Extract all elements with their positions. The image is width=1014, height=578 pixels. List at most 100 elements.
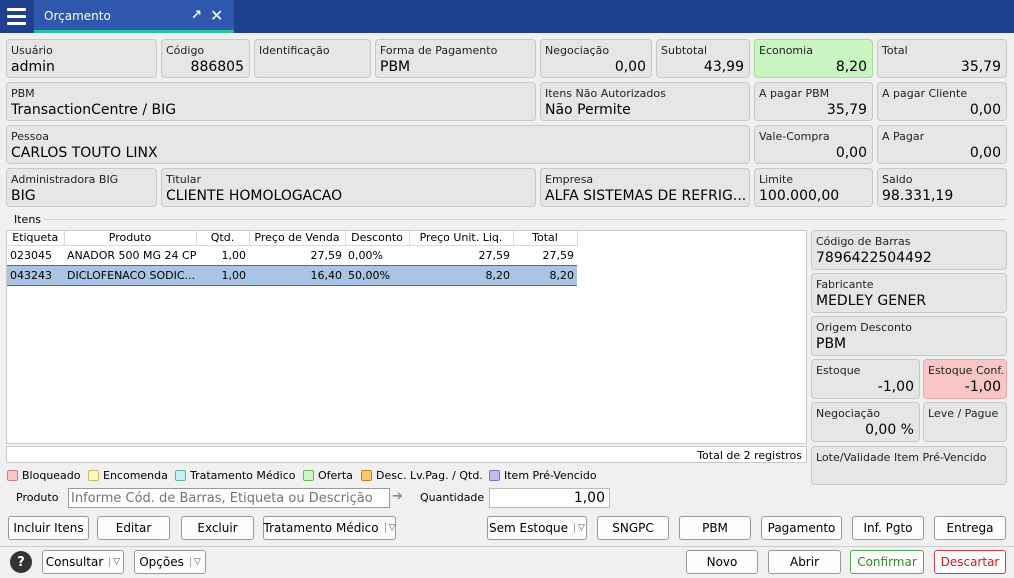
- side-codigo-barras: Código de Barras 7896422504492: [811, 230, 1007, 270]
- pbm-button[interactable]: PBM: [679, 516, 751, 540]
- field-label: Titular: [166, 173, 202, 186]
- items-grid[interactable]: Etiqueta Produto Qtd. Preço de Venda Des…: [6, 230, 807, 444]
- field-label: Estoque Conf.: [928, 364, 1004, 377]
- side-estoque: Estoque -1,00: [811, 359, 920, 399]
- cell-desconto: 0,00%: [348, 248, 383, 262]
- field-label: Forma de Pagamento: [380, 44, 498, 57]
- legend-label: Bloqueado: [22, 469, 81, 482]
- field-label: Total: [882, 44, 908, 57]
- cell-preco-venda: 16,40: [249, 264, 345, 286]
- grid-record-count: Total de 2 registros: [6, 446, 807, 463]
- button-label: Inf. Pgto: [863, 521, 913, 535]
- legend-bloqueado: Bloqueado: [7, 469, 81, 482]
- button-label: Descartar: [940, 555, 1000, 569]
- field-value: 7896422504492: [816, 250, 932, 266]
- chevron-down-icon[interactable]: ▽: [574, 523, 585, 533]
- field-economia: Economia 8,20: [754, 39, 873, 78]
- sem-estoque-button[interactable]: Sem Estoque ▽: [487, 516, 587, 540]
- tratamento-medico-button[interactable]: Tratamento Médico ▽: [263, 516, 396, 540]
- field-label: Identificação: [259, 44, 330, 57]
- field-label: Vale-Compra: [759, 130, 830, 143]
- close-icon[interactable]: ✕: [210, 6, 223, 25]
- sngpc-button[interactable]: SNGPC: [597, 516, 669, 540]
- abrir-button[interactable]: Abrir: [768, 550, 841, 574]
- tab-orcamento[interactable]: Orçamento ↗ ✕: [34, 0, 234, 33]
- field-value: BIG: [11, 188, 36, 204]
- divider: [44, 219, 1006, 220]
- cell-total: 27,59: [542, 248, 575, 262]
- incluir-itens-button[interactable]: Incluir Itens: [8, 516, 89, 540]
- field-label: Subtotal: [661, 44, 708, 57]
- pagamento-button[interactable]: Pagamento: [761, 516, 842, 540]
- inf-pgto-button[interactable]: Inf. Pgto: [852, 516, 924, 540]
- field-administradora: Administradora BIG BIG: [6, 168, 157, 207]
- column-header[interactable]: Produto: [64, 231, 197, 246]
- field-value: 0,00: [835, 145, 867, 161]
- chevron-down-icon[interactable]: ▽: [384, 523, 396, 533]
- hamburger-icon[interactable]: [0, 0, 33, 33]
- arrow-right-icon[interactable]: ➔: [392, 489, 403, 504]
- legend-swatch: [361, 470, 372, 481]
- button-label: Tratamento Médico: [263, 521, 379, 535]
- button-label: Excluir: [197, 521, 238, 535]
- field-value: TransactionCentre / BIG: [11, 102, 177, 118]
- field-label: Empresa: [545, 173, 594, 186]
- table-row[interactable]: 023045 ANADOR 500 MG 24 CP 1,00 27,59 0,…: [7, 245, 577, 265]
- field-subtotal: Subtotal 43,99: [656, 39, 750, 78]
- field-label: Negociação: [545, 44, 610, 57]
- button-label: SNGPC: [612, 521, 654, 535]
- quantidade-input[interactable]: [489, 488, 610, 508]
- chevron-down-icon[interactable]: ▽: [109, 557, 120, 567]
- field-identificacao: Identificação: [254, 39, 371, 78]
- button-label: Confirmar: [857, 555, 917, 569]
- legend-item-pre-vencido: Item Pré-Vencido: [489, 469, 597, 482]
- cell-produto: DICLOFENACO SODIC...: [64, 264, 196, 286]
- cell-preco-unit-liq: 27,59: [478, 248, 511, 262]
- legend-swatch: [489, 470, 500, 481]
- confirmar-button[interactable]: Confirmar: [850, 550, 924, 574]
- legend-swatch: [303, 470, 314, 481]
- field-empresa: Empresa ALFA SISTEMAS DE REFRIG...: [540, 168, 750, 207]
- consultar-button[interactable]: Consultar ▽: [42, 550, 124, 574]
- field-value: PBM: [816, 336, 847, 352]
- field-value: 886805: [190, 59, 244, 75]
- legend-label: Oferta: [318, 469, 353, 482]
- field-value: 0,00: [969, 102, 1001, 118]
- column-header[interactable]: Total: [513, 231, 578, 246]
- field-value: 35,79: [826, 102, 867, 118]
- cell-preco-unit-liq: 8,20: [409, 264, 513, 286]
- produto-input[interactable]: [68, 488, 390, 508]
- field-saldo: Saldo 98.331,19: [877, 168, 1007, 207]
- descartar-button[interactable]: Descartar: [934, 550, 1006, 574]
- entrega-button[interactable]: Entrega: [934, 516, 1006, 540]
- chevron-down-icon[interactable]: ▽: [189, 557, 201, 567]
- opcoes-button[interactable]: Opções ▽: [134, 550, 206, 574]
- column-header[interactable]: Etiqueta: [7, 231, 65, 246]
- editar-button[interactable]: Editar: [97, 516, 170, 540]
- field-label: A Pagar: [882, 130, 925, 143]
- column-header[interactable]: Qtd.: [196, 231, 250, 246]
- field-label: Leve / Pague: [928, 407, 999, 420]
- button-label: Opções: [139, 555, 184, 569]
- help-icon[interactable]: ?: [10, 551, 32, 573]
- cell-qtd: 1,00: [221, 248, 247, 262]
- items-table: Etiqueta Produto Qtd. Preço de Venda Des…: [7, 231, 578, 286]
- field-label: Pessoa: [11, 130, 49, 143]
- field-a-pagar-pbm: A pagar PBM 35,79: [754, 82, 873, 121]
- field-forma-pagamento: Forma de Pagamento PBM: [375, 39, 536, 78]
- field-label: A pagar PBM: [759, 87, 830, 100]
- unpin-arrow-icon[interactable]: ↗: [191, 8, 202, 23]
- field-value: 43,99: [703, 59, 744, 75]
- column-header[interactable]: Preço Unit. Liq.: [409, 231, 514, 246]
- field-label: Fabricante: [816, 278, 874, 291]
- legend-label: Item Pré-Vencido: [504, 469, 597, 482]
- excluir-button[interactable]: Excluir: [181, 516, 254, 540]
- side-origem-desconto: Origem Desconto PBM: [811, 316, 1007, 356]
- field-label: PBM: [11, 87, 35, 100]
- field-value: ALFA SISTEMAS DE REFRIG...: [545, 188, 747, 204]
- column-header[interactable]: Preço de Venda: [249, 231, 346, 246]
- column-header[interactable]: Desconto: [345, 231, 410, 246]
- button-label: Editar: [115, 521, 152, 535]
- table-row-selected[interactable]: 043243 DICLOFENACO SODIC... 1,00 16,40 5…: [7, 264, 577, 286]
- novo-button[interactable]: Novo: [686, 550, 758, 574]
